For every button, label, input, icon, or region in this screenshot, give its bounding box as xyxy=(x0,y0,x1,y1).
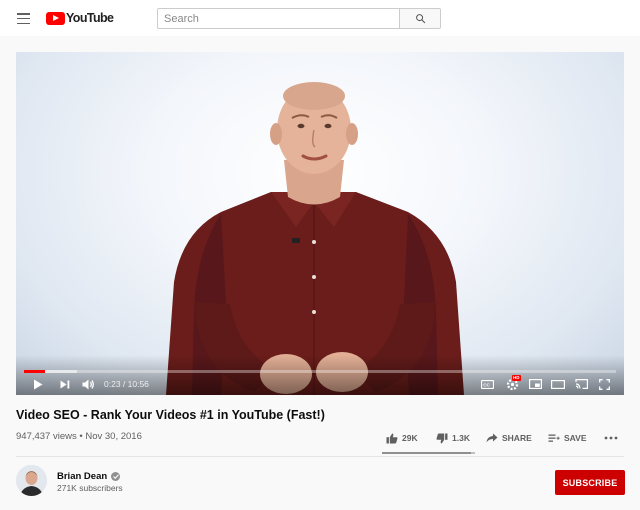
progress-bar[interactable] xyxy=(24,370,616,373)
channel-name: Brian Dean xyxy=(57,471,108,482)
playlist-add-icon xyxy=(548,434,560,442)
video-title: Video SEO - Rank Your Videos #1 in YouTu… xyxy=(16,408,325,422)
dislike-button[interactable]: 1.3K xyxy=(436,430,470,446)
fullscreen-icon xyxy=(598,378,610,390)
share-label: SHARE xyxy=(502,433,532,443)
cast-button[interactable] xyxy=(573,374,589,394)
cast-icon xyxy=(574,379,588,389)
share-arrow-icon xyxy=(486,433,498,443)
volume-icon xyxy=(82,379,94,389)
more-actions-button[interactable] xyxy=(604,430,618,446)
youtube-logo[interactable]: YouTube xyxy=(46,11,114,25)
theater-icon xyxy=(551,379,565,389)
sentiment-bar xyxy=(382,452,475,454)
theater-mode-button[interactable] xyxy=(550,374,566,394)
next-button[interactable] xyxy=(57,374,73,394)
play-icon xyxy=(34,379,43,389)
video-frame-presenter xyxy=(166,82,464,395)
thumbs-down-icon xyxy=(436,433,448,443)
top-bar: YouTube xyxy=(0,0,640,36)
time-display: 0:23 / 10:56 xyxy=(104,379,149,389)
dislike-count: 1.3K xyxy=(452,433,470,443)
search-icon xyxy=(415,14,425,24)
channel-avatar[interactable] xyxy=(16,465,47,496)
share-button[interactable]: SHARE xyxy=(486,430,532,446)
like-button[interactable]: 29K xyxy=(386,430,418,446)
captions-button[interactable]: CC xyxy=(479,374,495,394)
svg-text:CC: CC xyxy=(483,382,490,387)
play-button[interactable] xyxy=(30,374,46,394)
verified-check-icon xyxy=(111,472,121,481)
more-horizontal-icon xyxy=(604,436,618,440)
logo-text: YouTube xyxy=(66,11,114,25)
divider xyxy=(16,456,624,457)
video-player[interactable]: 0:23 / 10:56 CC HD xyxy=(16,52,624,395)
save-label: SAVE xyxy=(564,433,587,443)
next-icon xyxy=(60,380,70,388)
miniplayer-button[interactable] xyxy=(527,374,543,394)
captions-icon: CC xyxy=(480,379,494,389)
hd-badge: HD xyxy=(512,375,521,381)
logo-play-icon xyxy=(46,11,65,25)
miniplayer-icon xyxy=(528,379,542,389)
search-bar xyxy=(157,8,441,29)
channel-name-row[interactable]: Brian Dean xyxy=(57,471,121,482)
thumbs-up-icon xyxy=(386,433,398,443)
volume-button[interactable] xyxy=(79,374,97,394)
like-count: 29K xyxy=(402,433,418,443)
subscriber-count: 271K subscribers xyxy=(57,483,123,493)
settings-button[interactable]: HD xyxy=(503,374,521,394)
hamburger-menu-icon[interactable] xyxy=(17,13,30,25)
fullscreen-button[interactable] xyxy=(596,374,612,394)
search-button[interactable] xyxy=(399,8,441,29)
search-input[interactable] xyxy=(157,8,399,29)
avatar-portrait-icon xyxy=(16,465,47,496)
sentiment-like-fill xyxy=(382,452,471,454)
video-meta: 947,437 views • Nov 30, 2016 xyxy=(16,431,142,442)
player-controls: 0:23 / 10:56 CC HD xyxy=(16,374,624,394)
progress-played xyxy=(24,370,45,373)
save-button[interactable]: SAVE xyxy=(548,430,587,446)
subscribe-button[interactable]: SUBSCRIBE xyxy=(555,470,625,495)
